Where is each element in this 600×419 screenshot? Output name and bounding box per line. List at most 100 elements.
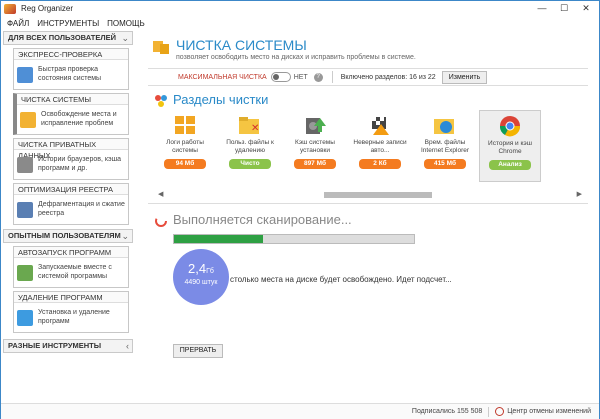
group-title: ЧИСТКА ПРИВАТНЫХ ДАННЫХ [14,139,128,160]
enabled-sections: Включено разделов: 16 из 22 [340,73,436,81]
main-panel: ЧИСТКА СИСТЕМЫ позволяет освободить мест… [138,31,596,403]
scroll-thumb[interactable] [324,192,432,198]
sidebar-item-autorun[interactable]: АВТОЗАПУСК ПРОГРАММ Запускаемые вместе с… [13,246,129,288]
group-title: ЭКСПРЕСС-ПРОВЕРКА [14,49,128,60]
group-desc: Освобождение места и исправление проблем [41,111,117,127]
ie-folder-icon [432,114,458,136]
card-label: История и кэш Chrome [488,140,532,155]
sidebar-item-uninstall[interactable]: УДАЛЕНИЕ ПРОГРАММ Установка и удаление п… [13,291,129,333]
toggle-state: НЕТ [293,73,308,81]
group-desc: Установка и удаление программ [38,309,110,325]
close-button[interactable]: ✕ [575,1,597,16]
size-badge: Чисто [229,159,271,169]
card-label: Врем. файлы Internet Explorer [420,139,470,154]
scan-message: столько места на диске будет освобождено… [230,275,452,284]
windows-logs-icon [172,114,198,136]
group-desc: Дефрагментация и сжатие реестра [38,201,125,217]
freed-space-bubble: 2,4Гб 4490 штук [173,249,229,305]
app-icon [4,3,16,14]
horizontal-scrollbar[interactable]: ◀ ▶ [154,190,586,198]
chrome-icon [497,115,523,137]
card-label: Неверные записи авто... [353,139,407,154]
subscribers-count[interactable]: Подписались 155 508 [412,408,482,415]
help-icon[interactable]: ? [313,72,323,82]
divider [148,203,588,204]
scan-title: Выполняется сканирование... [173,212,352,227]
card-label: Кэш системы установки [295,139,335,154]
progress-fill [174,235,263,243]
card-system-logs[interactable]: Логи работы системы 94 Мб [154,110,216,182]
sections-title: Разделы чистки [173,92,269,107]
group-title: ЧИСТКА СИСТЕМЫ [17,94,128,105]
undo-center-icon [495,407,505,416]
card-chrome-cache[interactable]: История и кэш Chrome Анализ [479,110,541,182]
title-bar: Reg Organizer — ☐ ✕ [1,1,599,16]
stop-button[interactable]: ПРЕРВАТЬ [173,344,223,358]
section-misc-tools[interactable]: РАЗНЫЕ ИНСТРУМЕНТЫ ‹ [3,339,133,353]
status-badge: Анализ [489,160,531,170]
chevron-down-icon: ⌄ [121,33,129,43]
flag-warning-icon [367,114,393,136]
menu-file[interactable]: ФАЙЛ [7,19,29,28]
scan-spinner-icon [154,214,168,228]
registry-icon [17,201,33,218]
disk-download-icon [302,114,328,136]
card-user-files[interactable]: ✕ Польз. файлы к удалению Чисто [219,110,281,182]
max-clean-toggle[interactable] [270,72,291,82]
size-badge: 415 Мб [424,159,466,169]
change-button[interactable]: Изменить [441,70,488,84]
privacy-icon [17,156,33,173]
file-count: 4490 штук [184,279,218,286]
minimize-button[interactable]: — [531,1,553,16]
broom-icon [20,111,36,128]
sidebar: ДЛЯ ВСЕХ ПОЛЬЗОВАТЕЛЕЙ ⌄ ЭКСПРЕСС-ПРОВЕРК… [3,31,133,403]
card-label: Польз. файлы к удалению [226,139,274,154]
section-all-users[interactable]: ДЛЯ ВСЕХ ПОЛЬЗОВАТЕЛЕЙ ⌄ [3,31,133,45]
scroll-left-icon[interactable]: ◀ [158,190,163,198]
menu-tools[interactable]: ИНСТРУМЕНТЫ [37,19,99,28]
group-desc: Запускаемые вместе с системой программы [38,264,112,280]
undo-center-link[interactable]: Центр отмены изменений [507,408,591,415]
status-bar: Подписались 155 508 Центр отмены изменен… [1,403,599,419]
clean-system-icon [152,39,170,55]
sidebar-item-express[interactable]: ЭКСПРЕСС-ПРОВЕРКА Быстрая проверка состо… [13,48,129,90]
page-subtitle: позволяет освободить место на дисках и и… [176,54,416,61]
group-desc: Быстрая проверка состояния системы [38,66,102,82]
group-desc: Истории браузеров, кэша программ и др. [38,156,122,172]
uninstall-icon [17,309,33,326]
card-label: Логи работы системы [166,139,204,154]
clean-sections-list: Логи работы системы 94 Мб ✕ Польз. файлы… [154,110,586,182]
section-label: ОПЫТНЫМ ПОЛЬЗОВАТЕЛЯМ [8,231,121,240]
maximize-button[interactable]: ☐ [553,1,575,16]
size-badge: 2 Кб [359,159,401,169]
section-advanced-users[interactable]: ОПЫТНЫМ ПОЛЬЗОВАТЕЛЯМ ⌄ [3,229,133,243]
scan-progress-bar [173,234,415,244]
sidebar-item-registry[interactable]: ОПТИМИЗАЦИЯ РЕЕСТРА Дефрагментация и сжа… [13,183,129,225]
express-check-icon [17,66,33,83]
svg-text:✕: ✕ [251,123,259,134]
sidebar-item-system-clean[interactable]: ЧИСТКА СИСТЕМЫ Освобождение места и испр… [13,93,129,135]
folder-delete-icon: ✕ [237,114,263,136]
app-window: Reg Organizer — ☐ ✕ ФАЙЛ ИНСТРУМЕНТЫ ПОМ… [0,0,600,419]
autorun-icon [17,264,33,281]
sidebar-item-private-clean[interactable]: ЧИСТКА ПРИВАТНЫХ ДАННЫХ Истории браузеро… [13,138,129,180]
divider [488,406,490,417]
freed-size: 2,4 [188,261,207,276]
control-row: МАКСИМАЛЬНАЯ ЧИСТКА НЕТ ? Включено разде… [148,68,588,86]
scroll-right-icon[interactable]: ▶ [577,190,582,198]
size-badge: 897 Мб [294,159,336,169]
sections-icon [154,94,168,108]
max-clean-label: МАКСИМАЛЬНАЯ ЧИСТКА [178,73,267,81]
card-install-cache[interactable]: Кэш системы установки 897 Мб [284,110,346,182]
page-title: ЧИСТКА СИСТЕМЫ [176,37,307,53]
freed-unit: Гб [206,268,214,275]
chevron-left-icon: ‹ [126,341,129,351]
card-autorun-entries[interactable]: Неверные записи авто... 2 Кб [349,110,411,182]
card-ie-temp[interactable]: Врем. файлы Internet Explorer 415 Мб [414,110,476,182]
menu-help[interactable]: ПОМОЩЬ [107,19,145,28]
size-badge: 94 Мб [164,159,206,169]
group-title: АВТОЗАПУСК ПРОГРАММ [14,247,128,258]
chevron-down-icon: ⌄ [121,231,129,241]
group-title: УДАЛЕНИЕ ПРОГРАММ [14,292,128,303]
window-title: Reg Organizer [21,4,74,13]
